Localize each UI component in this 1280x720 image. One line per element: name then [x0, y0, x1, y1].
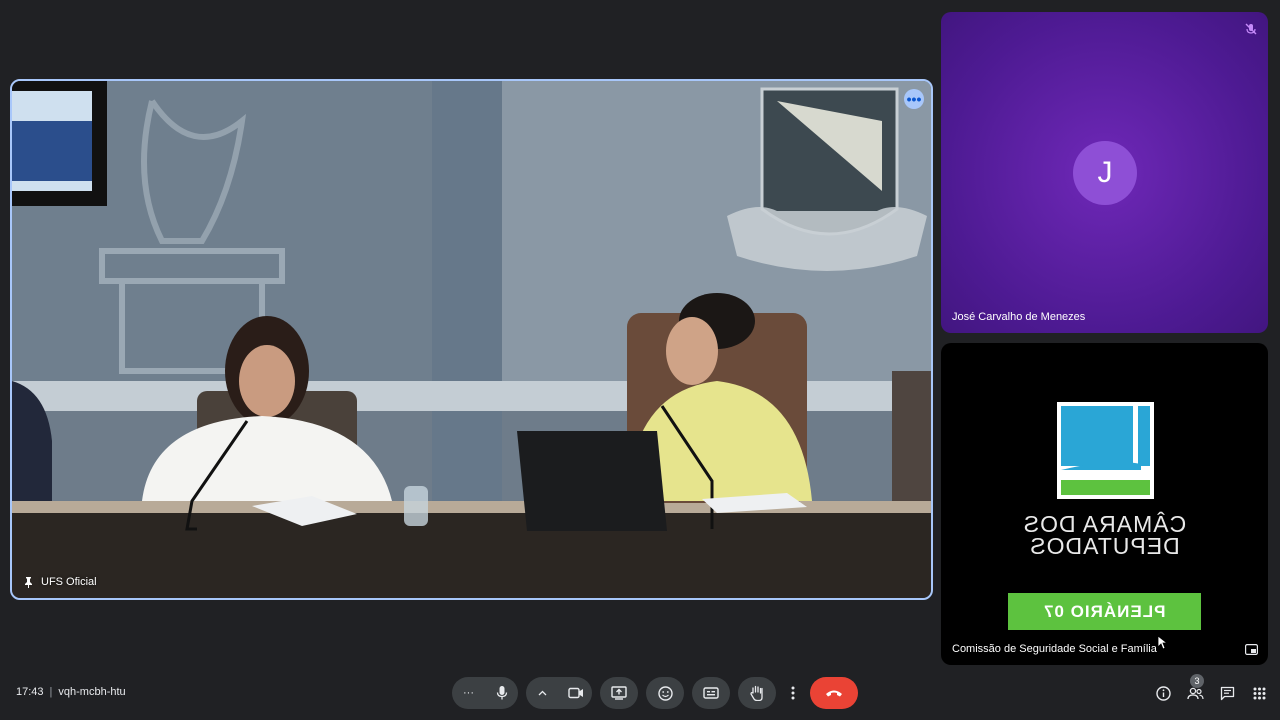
captions-icon [703, 687, 719, 699]
side-panel-controls: 3 [1154, 674, 1268, 702]
video-options-button[interactable] [526, 677, 559, 709]
grid-apps-icon [1253, 687, 1265, 699]
mic-control-group: ··· [452, 677, 518, 709]
participants-button[interactable]: 3 [1186, 674, 1204, 702]
reactions-button[interactable] [646, 677, 684, 709]
audio-options-button[interactable]: ··· [452, 677, 485, 709]
chat-button[interactable] [1218, 684, 1236, 702]
camera-control-group [526, 677, 592, 709]
more-options-button[interactable] [784, 677, 802, 709]
tile-options-button[interactable]: ••• [904, 89, 924, 109]
brand-text: CÂMARA DOS DEPUTADOS [1022, 511, 1187, 559]
main-video-tile[interactable]: ••• UFS Oficial [10, 79, 933, 600]
plenario-banner: PLENÁRIO 07 [1008, 593, 1201, 630]
emoji-icon [657, 685, 673, 701]
participant-tile-comissao[interactable]: CÂMARA DOS DEPUTADOS PLENÁRIO 07 Comissã… [941, 343, 1268, 665]
participant-name: José Carvalho de Menezes [952, 311, 1086, 323]
tile-label: UFS Oficial [24, 576, 97, 588]
present-screen-button[interactable] [600, 677, 638, 709]
activities-button[interactable] [1250, 684, 1268, 702]
more-vertical-icon [791, 686, 795, 700]
hand-icon [750, 685, 763, 701]
participant-tile-jose[interactable]: J José Carvalho de Menezes [941, 12, 1268, 333]
chat-icon [1220, 686, 1234, 700]
video-frame [12, 81, 931, 598]
camara-logo-icon [1057, 402, 1154, 499]
present-screen-icon [611, 686, 627, 700]
mic-off-icon [1245, 23, 1257, 35]
chevron-up-icon [538, 690, 547, 696]
hang-up-icon [826, 690, 842, 697]
mouse-cursor-icon [1158, 636, 1168, 650]
microphone-button[interactable] [485, 677, 518, 709]
pin-icon [25, 576, 32, 588]
people-icon [1186, 687, 1204, 699]
separator: | [49, 686, 53, 698]
camera-button[interactable] [559, 677, 592, 709]
participants-count-badge: 3 [1190, 674, 1204, 688]
meeting-info: 17:43 | vqh-mcbh-htu [16, 686, 126, 698]
microphone-icon [496, 686, 507, 700]
raise-hand-button[interactable] [738, 677, 776, 709]
participant-name: Comissão de Seguridade Social e Família [952, 643, 1157, 655]
participant-name: UFS Oficial [41, 576, 97, 588]
clock: 17:43 [16, 686, 44, 698]
meeting-details-button[interactable] [1154, 684, 1172, 702]
avatar: J [1073, 141, 1137, 205]
info-icon [1155, 685, 1171, 701]
picture-in-picture-icon[interactable] [1245, 644, 1258, 655]
meeting-code: vqh-mcbh-htu [58, 686, 126, 698]
captions-button[interactable] [692, 677, 730, 709]
call-controls: ··· [452, 677, 858, 709]
end-call-button[interactable] [810, 677, 858, 709]
camera-icon [567, 687, 583, 699]
